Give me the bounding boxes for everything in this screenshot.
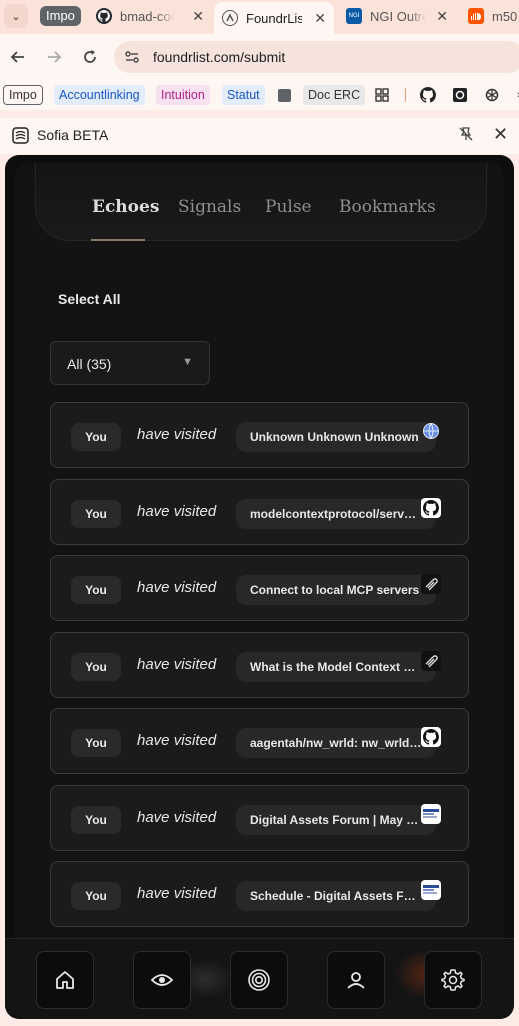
visibility-button[interactable] xyxy=(133,951,191,1009)
echo-verb: have visited xyxy=(137,503,217,520)
forward-icon[interactable] xyxy=(42,45,66,69)
bookmark-square-icon[interactable] xyxy=(278,89,291,102)
echo-card[interactable]: You have visited Unknown Unknown Unknown xyxy=(50,402,469,468)
side-panel-header: Sofia BETA ✕ xyxy=(0,118,519,154)
echo-verb: have visited xyxy=(137,426,217,443)
user-icon xyxy=(347,972,365,989)
globe-icon xyxy=(421,421,441,441)
home-button[interactable] xyxy=(36,951,94,1009)
tab-title: FoundrList xyxy=(246,10,302,26)
gear-icon xyxy=(441,969,465,991)
echo-target[interactable]: What is the Model Context Protocol xyxy=(236,652,436,682)
select-all-button[interactable]: Select All xyxy=(58,291,121,307)
square-logo-icon[interactable] xyxy=(452,87,468,103)
bookmark-intuition[interactable]: Intuition xyxy=(156,85,210,105)
address-bar[interactable]: foundrlist.com/submit xyxy=(114,41,519,73)
echo-verb: have visited xyxy=(137,885,217,902)
main-tabs: Echoes Signals Pulse Bookmarks xyxy=(35,163,487,241)
close-tab-icon[interactable]: ✕ xyxy=(314,10,326,27)
echo-verb: have visited xyxy=(137,656,217,673)
tab-ngi-outreach[interactable]: NGI NGI Outreach ✕ xyxy=(338,2,456,30)
actor-badge: You xyxy=(71,729,121,757)
echo-target[interactable]: aagentah/nw_wrld: nw_wrld is xyxy=(236,728,436,758)
echo-verb: have visited xyxy=(137,809,217,826)
actor-badge: You xyxy=(71,576,121,604)
mcp-icon xyxy=(421,574,441,594)
close-tab-icon[interactable]: ✕ xyxy=(436,8,448,25)
github-icon xyxy=(96,8,112,24)
foundrlist-icon xyxy=(222,10,238,26)
bookmark-impo[interactable]: Impo xyxy=(3,85,43,105)
tab-title: bmad-code xyxy=(120,8,174,24)
openai-icon[interactable] xyxy=(484,87,500,103)
actor-badge: You xyxy=(71,806,121,834)
bookmark-separator xyxy=(405,88,406,102)
tab-pulse[interactable]: Pulse xyxy=(265,197,312,217)
github-icon xyxy=(421,498,441,518)
echo-target[interactable]: Unknown Unknown Unknown xyxy=(236,422,436,452)
forum-icon xyxy=(421,880,441,900)
echo-card[interactable]: You have visited Digital Assets Forum | … xyxy=(50,785,469,851)
echo-verb: have visited xyxy=(137,732,217,749)
bookmark-accountlinking[interactable]: Accountlinking xyxy=(54,85,145,105)
back-icon[interactable] xyxy=(6,45,30,69)
bookmark-statut[interactable]: Statut xyxy=(222,85,265,105)
bookmarks-bar: Impo Accountlinking Intuition Statut Doc… xyxy=(0,80,519,110)
grid-icon[interactable] xyxy=(374,87,390,103)
actor-badge: You xyxy=(71,653,121,681)
tab-title: NGI Outreach xyxy=(370,8,426,24)
bottom-nav xyxy=(5,938,514,1019)
panel-title: Sofia BETA xyxy=(37,127,109,143)
tab-title: m50 xyxy=(492,8,518,24)
echo-target[interactable]: Schedule - Digital Assets Forum xyxy=(236,881,436,911)
tab-strip: ⌄ Impo bmad-code ✕ FoundrList ✕ NGI NGI … xyxy=(0,0,519,34)
home-icon xyxy=(56,971,74,989)
forum-icon xyxy=(421,804,441,824)
echo-card[interactable]: You have visited What is the Model Conte… xyxy=(50,632,469,698)
echo-card[interactable]: You have visited Connect to local MCP se… xyxy=(50,555,469,621)
github-icon xyxy=(421,727,441,747)
unpin-icon[interactable] xyxy=(459,127,473,144)
soundcloud-icon xyxy=(468,8,484,24)
ngi-icon: NGI xyxy=(346,8,362,24)
github-icon[interactable] xyxy=(420,87,436,103)
tab-signals[interactable]: Signals xyxy=(178,197,241,217)
tab-m50[interactable]: m50 xyxy=(460,2,519,30)
dropdown-caret-icon: ▼ xyxy=(182,356,193,368)
close-tab-icon[interactable]: ✕ xyxy=(192,8,204,25)
site-info-icon[interactable] xyxy=(124,49,140,65)
filter-selected-value: All (35) xyxy=(67,356,112,372)
actor-badge: You xyxy=(71,882,121,910)
tab-search-button[interactable]: ⌄ xyxy=(4,4,28,28)
more-bookmarks-icon[interactable]: » xyxy=(512,87,519,103)
actor-badge: You xyxy=(71,500,121,528)
tab-bookmarks[interactable]: Bookmarks xyxy=(339,197,436,217)
browser-toolbar: foundrlist.com/submit xyxy=(0,34,519,80)
bookmark-doc-erc[interactable]: Doc ERC xyxy=(303,85,366,105)
reload-icon[interactable] xyxy=(78,45,102,69)
echo-target[interactable]: Connect to local MCP servers xyxy=(236,575,436,605)
echo-card[interactable]: You have visited modelcontextprotocol/se… xyxy=(50,479,469,545)
actor-badge: You xyxy=(71,423,121,451)
mcp-icon xyxy=(421,651,441,671)
echo-card[interactable]: You have visited Schedule - Digital Asse… xyxy=(50,861,469,927)
target-icon xyxy=(248,969,270,991)
echo-target[interactable]: modelcontextprotocol/servers xyxy=(236,499,436,529)
pulse-button[interactable] xyxy=(230,951,288,1009)
tab-foundrlist[interactable]: FoundrList ✕ xyxy=(214,2,334,34)
sofia-logo-icon xyxy=(12,127,29,144)
close-panel-icon[interactable]: ✕ xyxy=(493,124,508,145)
tab-group-impo[interactable]: Impo xyxy=(40,6,81,26)
echo-verb: have visited xyxy=(137,579,217,596)
profile-button[interactable] xyxy=(327,951,385,1009)
filter-select[interactable]: All (35) ▼ xyxy=(50,341,210,385)
active-tab-indicator xyxy=(91,239,145,241)
echo-target[interactable]: Digital Assets Forum | May 2025 xyxy=(236,805,436,835)
eye-icon xyxy=(150,974,174,986)
tab-bmad-code[interactable]: bmad-code ✕ xyxy=(88,2,212,30)
settings-button[interactable] xyxy=(424,951,482,1009)
url-text: foundrlist.com/submit xyxy=(153,49,286,65)
echo-card[interactable]: You have visited aagentah/nw_wrld: nw_wr… xyxy=(50,708,469,774)
tab-echoes[interactable]: Echoes xyxy=(92,197,159,217)
